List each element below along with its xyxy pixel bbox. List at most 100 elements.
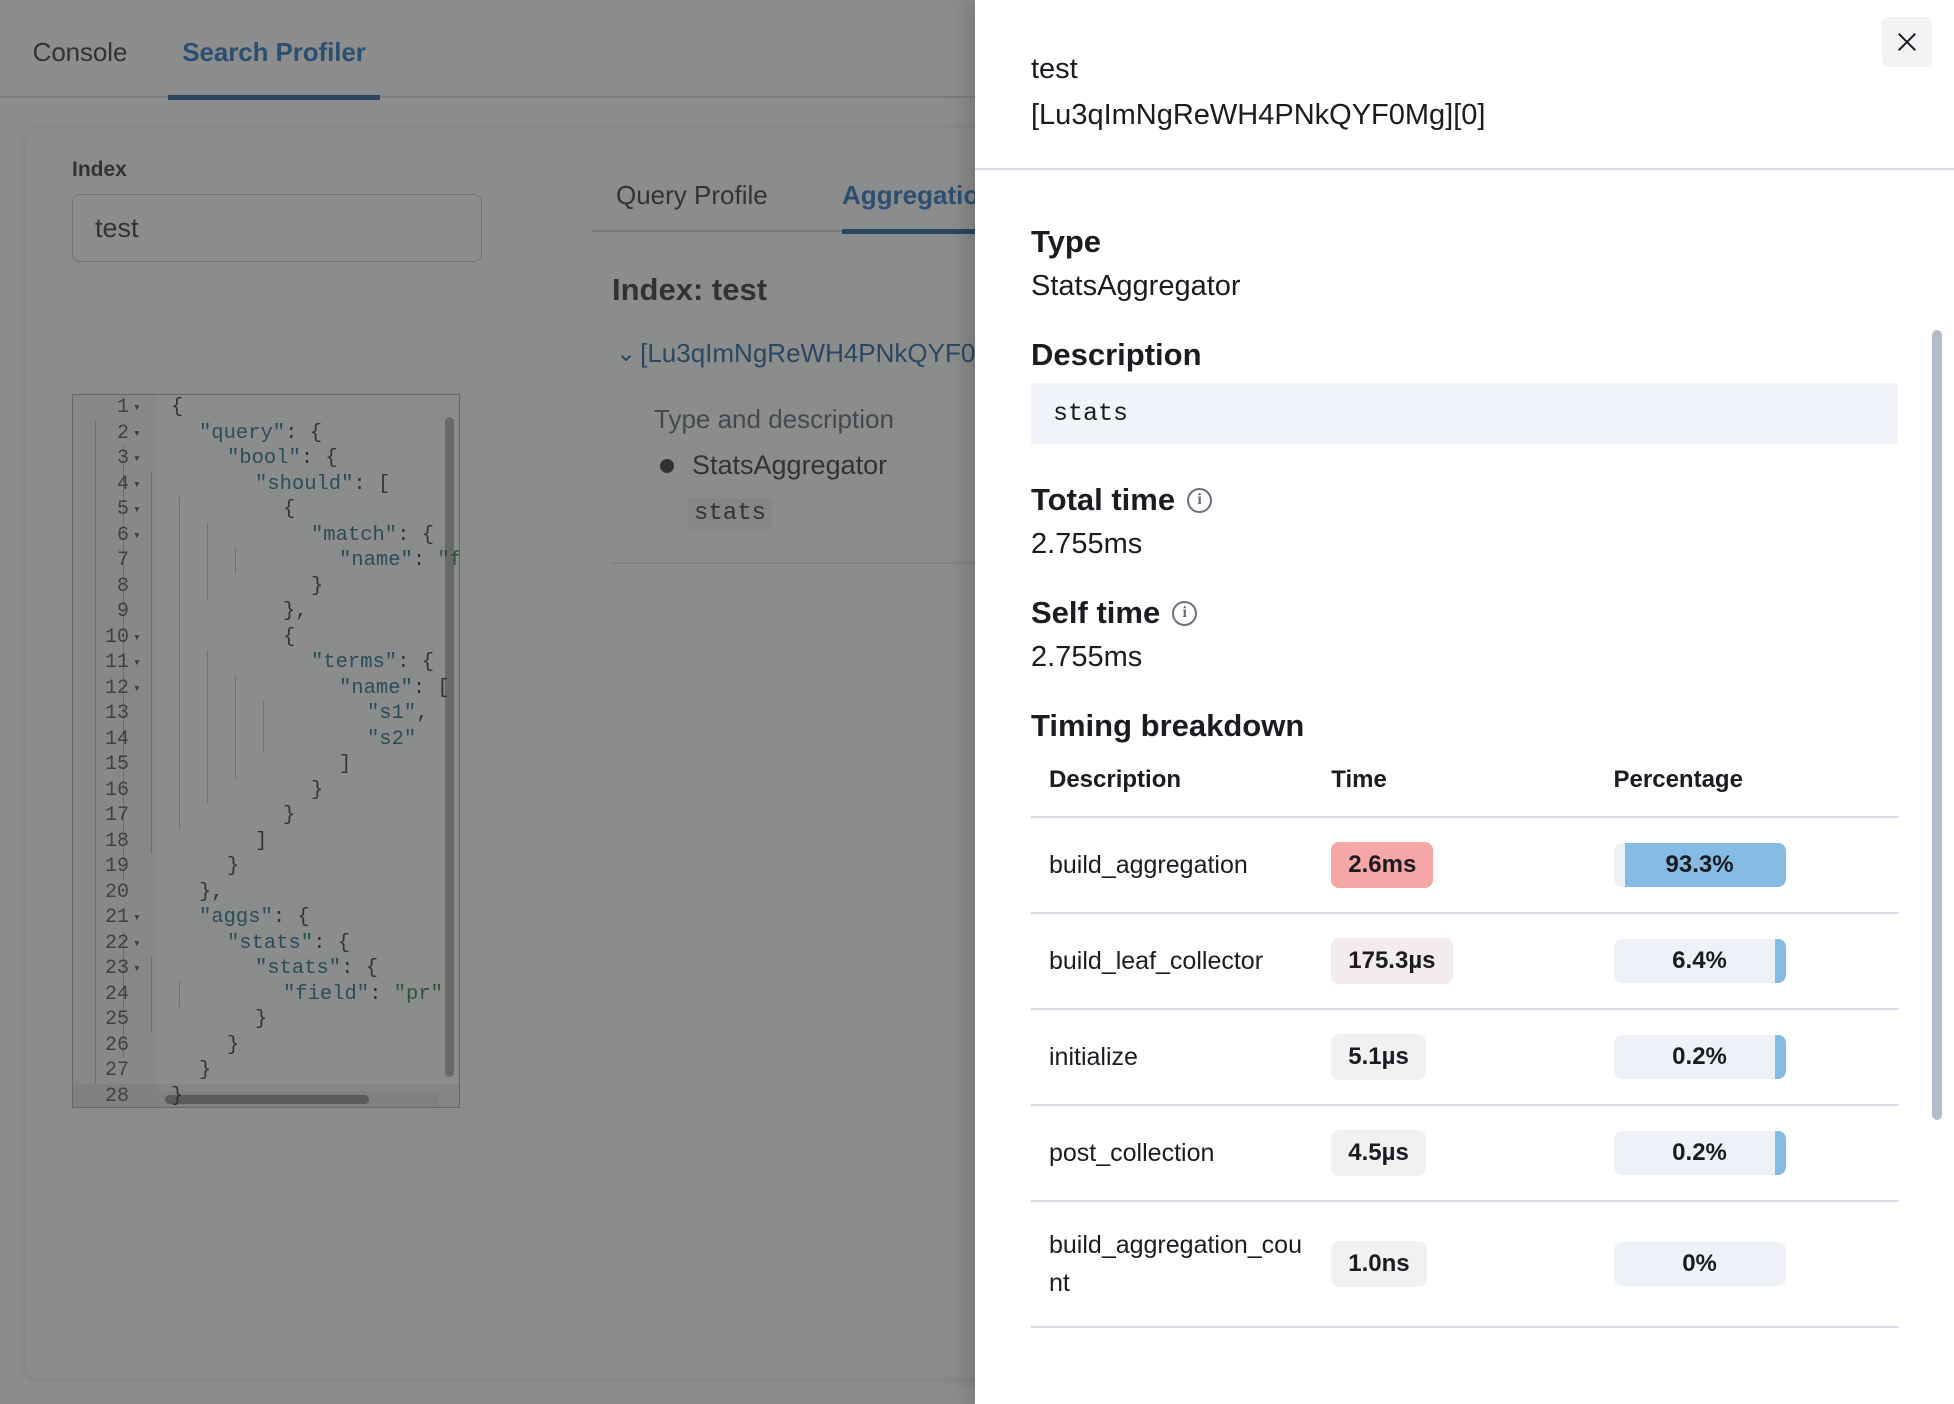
query-json-editor[interactable]: 1▾{2▾"query": {3▾"bool": {4▾"should": [5… [72,394,460,1108]
editor-line[interactable]: 7"name": "foo" [73,548,459,574]
self-time-heading: Self time i [1031,595,1898,631]
indent-guide [151,803,152,829]
indent-guide [95,1007,96,1033]
editor-line-number: 9 [73,599,129,625]
indent-guide [123,599,124,625]
indent-guide [123,1033,124,1059]
editor-horizontal-scrollbar[interactable] [165,1095,369,1104]
editor-line[interactable]: 10▾{ [73,625,459,651]
indent-guide [95,650,96,676]
indent-guide [95,497,96,523]
cell-percentage: 0% [1596,1201,1898,1327]
editor-line[interactable]: 24"field": "pr" [73,982,459,1008]
editor-line-text: { [157,625,295,651]
editor-line-text: "s1", [157,701,429,727]
editor-line[interactable]: 4▾"should": [ [73,472,459,498]
type-heading: Type [1031,224,1898,260]
indent-guide [123,676,124,702]
indent-guide [123,446,124,472]
total-time-heading: Total time i [1031,482,1898,518]
editor-line[interactable]: 18] [73,829,459,855]
index-input[interactable] [72,194,482,262]
editor-line[interactable]: 22▾"stats": { [73,931,459,957]
fold-arrow-icon[interactable]: ▾ [133,931,147,957]
time-badge: 175.3µs [1331,938,1452,984]
editor-line[interactable]: 14"s2" [73,727,459,753]
indent-guide [95,854,96,880]
editor-line-number: 14 [73,727,129,753]
editor-line[interactable]: 26} [73,1033,459,1059]
editor-line[interactable]: 17} [73,803,459,829]
editor-line[interactable]: 3▾"bool": { [73,446,459,472]
editor-line[interactable]: 27} [73,1058,459,1084]
indent-guide [151,752,152,778]
aggregator-list-item[interactable]: StatsAggregator [660,450,887,481]
aggregation-detail-flyout: test [Lu3qImNgReWH4PNkQYF0Mg][0] Type St… [975,0,1954,1404]
editor-line[interactable]: 12▾"name": [ [73,676,459,702]
time-badge: 1.0ns [1331,1241,1426,1287]
fold-arrow-icon[interactable]: ▾ [133,650,147,676]
editor-line[interactable]: 25} [73,1007,459,1033]
editor-line[interactable]: 8} [73,574,459,600]
timing-breakdown-table: Description Time Percentage build_aggreg… [1031,766,1898,1328]
editor-line-number: 15 [73,752,129,778]
editor-vertical-scrollbar[interactable] [445,417,454,1077]
time-badge: 2.6ms [1331,842,1433,888]
editor-line[interactable]: 1▾{ [73,395,459,421]
percentage-bar: 0.2% [1614,1035,1786,1079]
fold-arrow-icon[interactable]: ▾ [133,472,147,498]
tab-query-profile[interactable]: Query Profile [616,158,768,232]
fold-arrow-icon[interactable]: ▾ [133,905,147,931]
editor-line-number: 8 [73,574,129,600]
fold-arrow-icon[interactable]: ▾ [133,446,147,472]
editor-line[interactable]: 13"s1", [73,701,459,727]
editor-line[interactable]: 5▾{ [73,497,459,523]
editor-line-text: "stats": { [157,956,378,982]
editor-line-text: "name": "foo" [157,548,460,574]
editor-line[interactable]: 9}, [73,599,459,625]
indent-guide [123,701,124,727]
cell-description: build_leaf_collector [1031,913,1313,1009]
fold-arrow-icon[interactable]: ▾ [133,625,147,651]
column-header-time: Time [1313,766,1595,817]
editor-line[interactable]: 2▾"query": { [73,421,459,447]
tab-search-profiler[interactable]: Search Profiler [168,6,380,98]
timing-breakdown-body: build_aggregation2.6ms93.3%build_leaf_co… [1031,817,1898,1327]
indent-guide [151,574,152,600]
flyout-vertical-scrollbar[interactable] [1932,330,1942,1120]
info-icon[interactable]: i [1172,601,1197,626]
editor-code-rows: 1▾{2▾"query": {3▾"bool": {4▾"should": [5… [73,395,459,1108]
editor-line[interactable]: 16} [73,778,459,804]
indent-guide [95,778,96,804]
self-time-label: Self time [1031,595,1160,631]
editor-line[interactable]: 23▾"stats": { [73,956,459,982]
fold-arrow-icon[interactable]: ▾ [133,421,147,447]
info-icon[interactable]: i [1187,488,1212,513]
indent-guide [95,956,96,982]
editor-line-text: "stats": { [157,931,350,957]
fold-arrow-icon[interactable]: ▾ [133,497,147,523]
editor-line[interactable]: 6▾"match": { [73,523,459,549]
fold-arrow-icon[interactable]: ▾ [133,956,147,982]
indent-guide [123,472,124,498]
indent-guide [123,650,124,676]
table-header-row: Description Time Percentage [1031,766,1898,817]
indent-guide [95,446,96,472]
tab-console[interactable]: Console [20,6,140,98]
fold-arrow-icon[interactable]: ▾ [133,523,147,549]
close-icon [1896,31,1918,53]
editor-line[interactable]: 19} [73,854,459,880]
editor-line-text: } [157,1058,211,1084]
close-button[interactable] [1882,17,1932,67]
table-row: build_leaf_collector175.3µs6.4% [1031,913,1898,1009]
editor-line[interactable]: 15] [73,752,459,778]
fold-arrow-icon[interactable]: ▾ [133,395,147,421]
editor-line-text: } [157,574,323,600]
editor-line[interactable]: 11▾"terms": { [73,650,459,676]
editor-line[interactable]: 20}, [73,880,459,906]
tab-console-label: Console [33,37,128,68]
fold-arrow-icon[interactable]: ▾ [133,676,147,702]
editor-line-number: 26 [73,1033,129,1059]
editor-line[interactable]: 21▾"aggs": { [73,905,459,931]
editor-line-text: "terms": { [157,650,434,676]
